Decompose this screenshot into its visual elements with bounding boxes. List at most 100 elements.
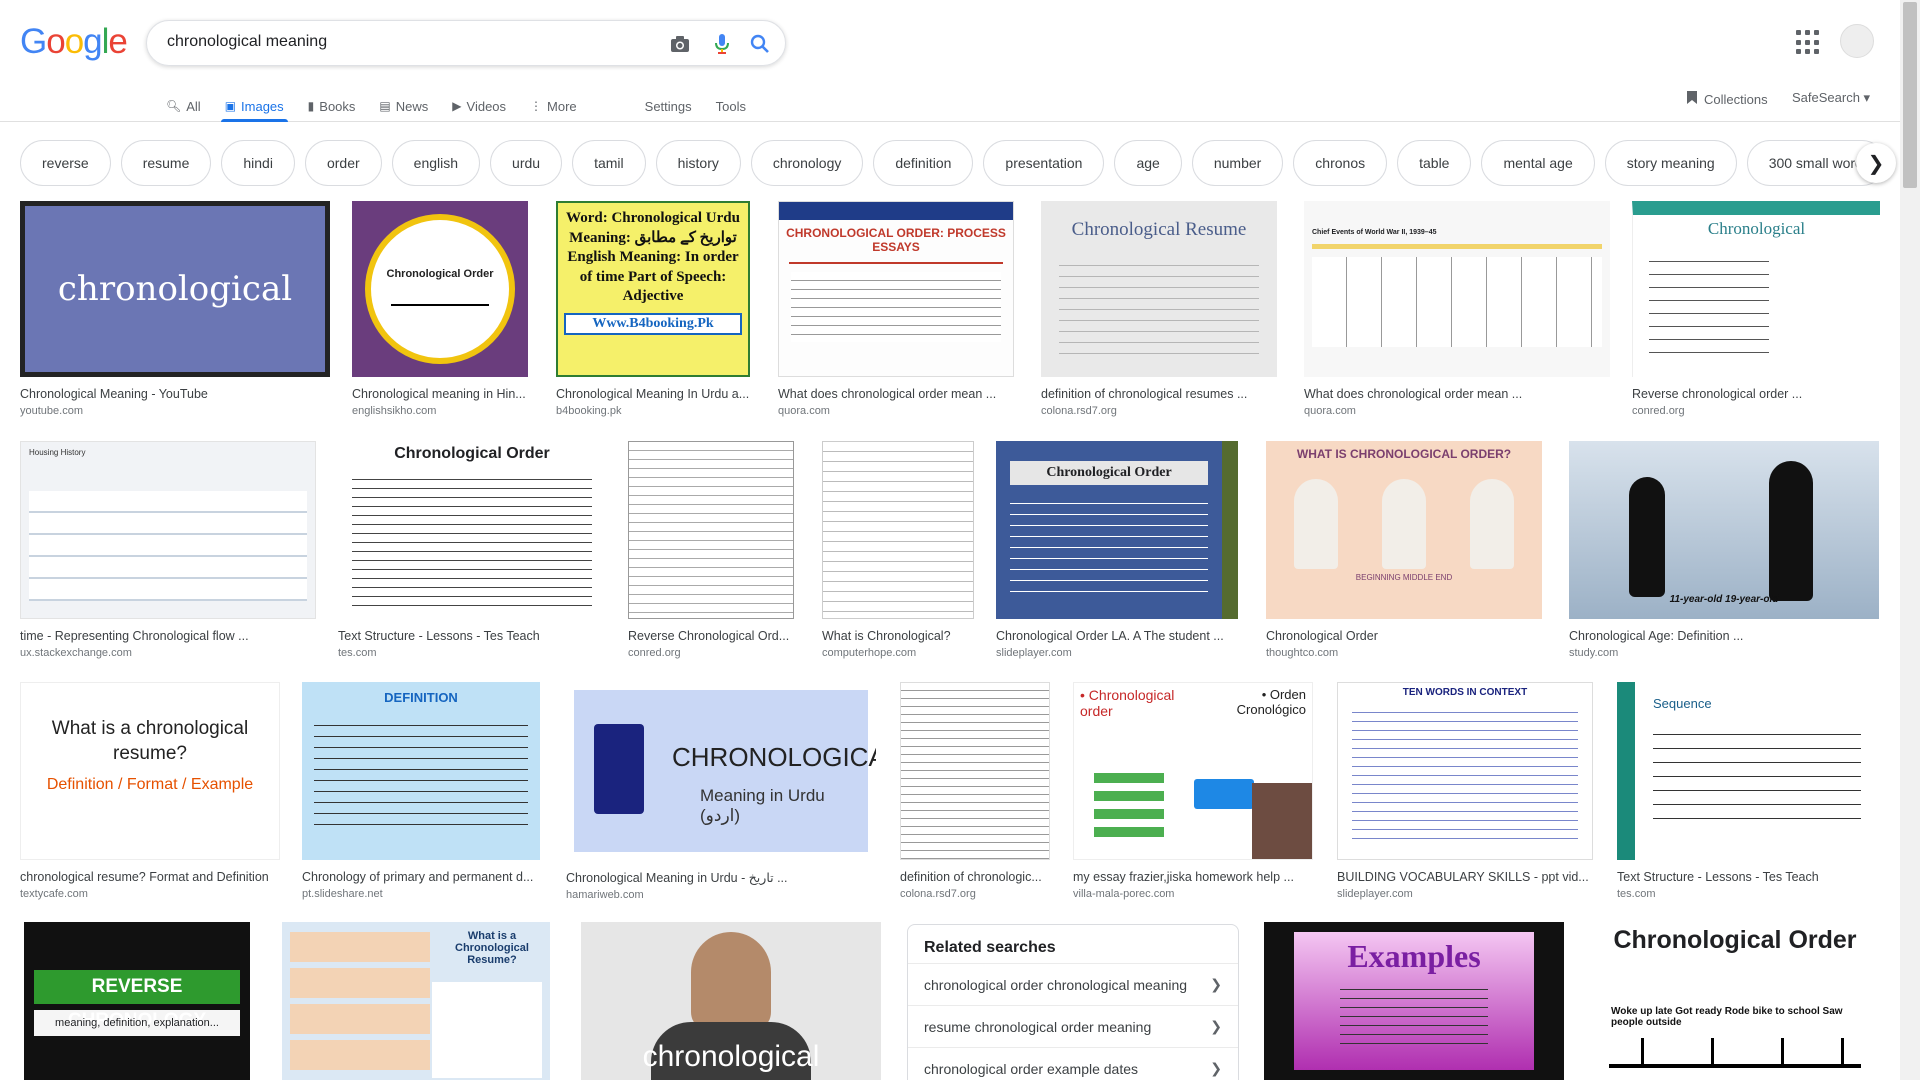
result-tile[interactable]: chronological Chronological Meaning - Yo… xyxy=(20,201,330,417)
result-thumbnail[interactable]: Sequence xyxy=(1617,682,1879,860)
result-tile[interactable]: What is Chronological? computerhope.com xyxy=(822,441,974,659)
result-tile[interactable]: Word: Chronological Urdu Meaning: تواریخ… xyxy=(556,201,750,417)
chip-history[interactable]: history xyxy=(655,140,741,186)
result-tile[interactable]: 11-year-old 19-year-old Chronological Ag… xyxy=(1569,441,1879,659)
chip-chronos[interactable]: chronos xyxy=(1293,140,1388,186)
apps-grid-icon[interactable] xyxy=(1796,30,1822,56)
settings-link[interactable]: Settings xyxy=(645,90,692,122)
tools-link[interactable]: Tools xyxy=(716,90,746,122)
result-tile[interactable]: Examples xyxy=(1264,922,1564,1080)
result-thumbnail[interactable]: 11-year-old 19-year-old xyxy=(1569,441,1879,619)
result-thumbnail[interactable] xyxy=(822,441,974,619)
chip-resume[interactable]: resume xyxy=(120,140,212,186)
result-tile[interactable]: DEFINITION Chronology of primary and per… xyxy=(302,682,540,900)
search-icon[interactable] xyxy=(747,31,773,57)
result-thumbnail[interactable]: Chief Events of World War II, 1939–45 xyxy=(1304,201,1610,377)
tab-videos[interactable]: ▶ Videos xyxy=(452,90,506,122)
result-caption[interactable]: Reverse Chronological Ord... xyxy=(628,629,794,643)
result-thumbnail[interactable]: What is a Chronological Resume? xyxy=(282,922,550,1080)
result-caption[interactable]: What does chronological order mean ... xyxy=(1304,387,1610,401)
result-tile[interactable]: What is a chronological resume? Definiti… xyxy=(20,682,280,900)
result-thumbnail[interactable]: CHRONOLOGICAL Meaning in Urdu (اردو) xyxy=(566,682,876,860)
tab-all[interactable]: 🔍︎ All xyxy=(166,90,201,122)
microphone-icon[interactable] xyxy=(709,31,735,57)
result-caption[interactable]: Chronological Meaning in Urdu - تاریخ ..… xyxy=(566,870,876,885)
result-thumbnail[interactable]: Word: Chronological Urdu Meaning: تواریخ… xyxy=(556,201,750,377)
result-thumbnail[interactable]: chronological xyxy=(20,201,330,377)
result-caption[interactable]: my essay frazier,jiska homework help ... xyxy=(1073,870,1313,884)
result-caption[interactable]: Chronological Meaning - YouTube xyxy=(20,387,330,401)
chip-number[interactable]: number xyxy=(1191,140,1284,186)
result-thumbnail[interactable]: • Chronological order • Orden Cronológic… xyxy=(1073,682,1313,860)
result-tile[interactable]: definition of chronologic... colona.rsd7… xyxy=(900,682,1050,900)
related-item[interactable]: chronological order example dates ❯ xyxy=(908,1047,1238,1080)
result-tile[interactable]: Chronological Order Woke up late Got rea… xyxy=(1591,922,1879,1080)
related-item[interactable]: resume chronological order meaning ❯ xyxy=(908,1005,1238,1047)
result-thumbnail[interactable]: Chronological Order xyxy=(352,201,528,377)
scrollbar-thumb[interactable] xyxy=(1903,2,1917,188)
result-caption[interactable]: definition of chronologic... xyxy=(900,870,1050,884)
result-caption[interactable]: What is Chronological? xyxy=(822,629,974,643)
result-caption[interactable]: BUILDING VOCABULARY SKILLS - ppt vid... xyxy=(1337,870,1593,884)
result-caption[interactable]: definition of chronological resumes ... xyxy=(1041,387,1277,401)
result-thumbnail[interactable]: Examples xyxy=(1264,922,1564,1080)
chip-english[interactable]: english xyxy=(391,140,481,186)
result-caption[interactable]: Chronological Order xyxy=(1266,629,1542,643)
result-tile[interactable]: WHAT IS CHRONOLOGICAL ORDER? BEGINNING M… xyxy=(1266,441,1542,659)
chip-urdu[interactable]: urdu xyxy=(490,140,563,186)
safesearch-toggle[interactable]: SafeSearch ▾ xyxy=(1792,90,1870,106)
chip-chronology[interactable]: chronology xyxy=(750,140,864,186)
result-tile[interactable]: Chronological Order Chronological Order … xyxy=(996,441,1238,659)
search-input[interactable]: chronological meaning xyxy=(167,33,327,51)
result-tile[interactable]: • Chronological order • Orden Cronológic… xyxy=(1073,682,1313,900)
result-tile[interactable]: Chronological Order Text Structure - Les… xyxy=(338,441,606,659)
tab-images[interactable]: ▣ Images xyxy=(220,90,288,122)
result-caption[interactable]: Chronological Meaning In Urdu a... xyxy=(556,387,750,401)
result-tile[interactable]: CHRONOLOGICAL ORDER: PROCESS ESSAYS What… xyxy=(778,201,1014,417)
tab-news[interactable]: ▤ News xyxy=(379,90,428,122)
result-tile[interactable]: Housing History time - Representing Chro… xyxy=(20,441,316,659)
result-thumbnail[interactable] xyxy=(900,682,1050,860)
result-tile[interactable]: CHRONOLOGICAL Meaning in Urdu (اردو) Chr… xyxy=(566,682,876,901)
result-thumbnail[interactable]: Chronological Order Woke up late Got rea… xyxy=(1591,922,1879,1080)
related-item[interactable]: chronological order chronological meanin… xyxy=(908,963,1238,1005)
result-tile[interactable]: Chronological Reverse chronological orde… xyxy=(1632,201,1880,417)
result-thumbnail[interactable]: chronological xyxy=(581,922,881,1080)
result-tile[interactable]: Chronological Resume definition of chron… xyxy=(1041,201,1277,417)
google-logo[interactable]: Google xyxy=(20,22,128,62)
result-tile[interactable]: What is a Chronological Resume? xyxy=(282,922,550,1080)
result-caption[interactable]: Chronological Order LA. A The student ..… xyxy=(996,629,1238,643)
result-thumbnail[interactable]: REVERSE CHRONOLOGY meaning, definition, … xyxy=(24,922,250,1080)
result-caption[interactable]: Chronology of primary and permanent d... xyxy=(302,870,540,884)
camera-icon[interactable] xyxy=(667,31,693,57)
chip-reverse[interactable]: reverse xyxy=(20,140,111,186)
chip-hindi[interactable]: hindi xyxy=(221,140,295,186)
result-thumbnail[interactable]: WHAT IS CHRONOLOGICAL ORDER? BEGINNING M… xyxy=(1266,441,1542,619)
result-tile[interactable]: REVERSE CHRONOLOGY meaning, definition, … xyxy=(24,922,250,1080)
result-caption[interactable]: chronological resume? Format and Definit… xyxy=(20,870,280,884)
result-thumbnail[interactable]: Chronological Order xyxy=(996,441,1238,619)
result-tile[interactable]: chronological xyxy=(581,922,881,1080)
chevron-right-icon[interactable]: ❯ xyxy=(1856,143,1896,183)
result-thumbnail[interactable]: CHRONOLOGICAL ORDER: PROCESS ESSAYS xyxy=(778,201,1014,377)
result-thumbnail[interactable]: Chronological xyxy=(1632,201,1880,377)
result-caption[interactable]: Chronological Age: Definition ... xyxy=(1569,629,1879,643)
result-tile[interactable]: Reverse Chronological Ord... conred.org xyxy=(628,441,794,659)
search-box[interactable]: chronological meaning xyxy=(146,20,786,66)
chip-table[interactable]: table xyxy=(1397,140,1472,186)
result-caption[interactable]: Reverse chronological order ... xyxy=(1632,387,1880,401)
chip-mental-age[interactable]: mental age xyxy=(1481,140,1595,186)
result-tile[interactable]: TEN WORDS IN CONTEXT BUILDING VOCABULARY… xyxy=(1337,682,1593,900)
result-tile[interactable]: Sequence Text Structure - Lessons - Tes … xyxy=(1617,682,1879,900)
avatar[interactable] xyxy=(1840,24,1874,58)
scrollbar[interactable] xyxy=(1900,0,1920,1080)
chip-story-meaning[interactable]: story meaning xyxy=(1604,140,1737,186)
result-caption[interactable]: time - Representing Chronological flow .… xyxy=(20,629,316,643)
chip-order[interactable]: order xyxy=(304,140,382,186)
chip-age[interactable]: age xyxy=(1114,140,1182,186)
chip-definition[interactable]: definition xyxy=(873,140,974,186)
result-caption[interactable]: Chronological meaning in Hin... xyxy=(352,387,528,401)
result-caption[interactable]: Text Structure - Lessons - Tes Teach xyxy=(338,629,606,643)
collections-link[interactable]: Collections xyxy=(1686,90,1768,108)
result-thumbnail[interactable]: Chronological Resume xyxy=(1041,201,1277,377)
